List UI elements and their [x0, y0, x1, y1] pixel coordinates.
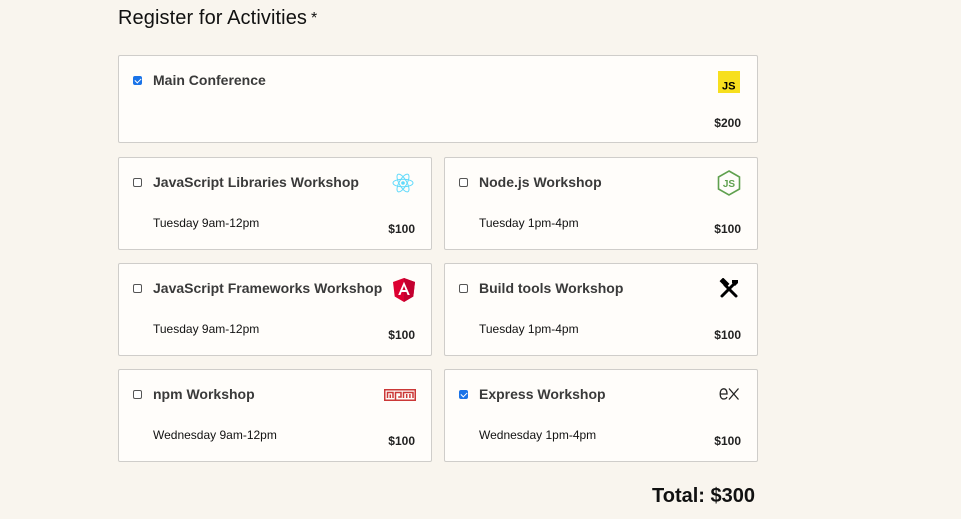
activity-price: $200	[714, 116, 741, 130]
section-title-text: Register for Activities	[118, 7, 308, 29]
activity-price: $100	[388, 328, 415, 342]
activity-card-js-frameworks[interactable]: JavaScript Frameworks Workshop Tuesday 9…	[118, 263, 432, 356]
activity-card-npm[interactable]: npm Workshop Wednesday 9am-12pm $100	[118, 369, 432, 462]
build-tools-icon	[718, 277, 740, 305]
activity-card-nodejs[interactable]: Node.js Workshop JS Tuesday 1pm-4pm $100	[444, 157, 758, 250]
activity-name: JavaScript Frameworks Workshop	[153, 280, 383, 296]
express-icon	[718, 386, 740, 407]
activity-time: Tuesday 1pm-4pm	[479, 322, 579, 336]
activity-card-main-conference[interactable]: Main Conference JS $200	[118, 55, 758, 143]
svg-text:JS: JS	[722, 81, 735, 93]
activity-price: $100	[714, 222, 741, 236]
activity-name: Node.js Workshop	[479, 174, 602, 190]
activity-card-express[interactable]: Express Workshop Wednesday 1pm-4pm $100	[444, 369, 758, 462]
activity-time: Wednesday 9am-12pm	[153, 428, 277, 442]
activity-name: Express Workshop	[479, 386, 606, 402]
total-cost: Total: $300	[652, 485, 755, 507]
section-title: Register for Activities *	[118, 7, 317, 30]
activity-time: Tuesday 9am-12pm	[153, 322, 260, 336]
activity-checkbox-nodejs[interactable]	[459, 178, 468, 187]
npm-icon	[384, 388, 416, 406]
activity-name: Build tools Workshop	[479, 280, 624, 296]
activity-price: $100	[714, 328, 741, 342]
activity-checkbox-js-libraries[interactable]	[133, 178, 142, 187]
angular-icon	[393, 278, 415, 307]
activities-page: Register for Activities * Main Conference…	[0, 0, 961, 519]
activity-card-build-tools[interactable]: Build tools Workshop Tuesday 1pm-4pm $10…	[444, 263, 758, 356]
activity-checkbox-js-frameworks[interactable]	[133, 284, 142, 293]
required-asterisk: *	[311, 10, 318, 27]
svg-text:JS: JS	[723, 179, 736, 190]
activity-checkbox-build-tools[interactable]	[459, 284, 468, 293]
activity-checkbox-main-conference[interactable]	[133, 76, 142, 85]
react-icon	[392, 172, 414, 199]
nodejs-icon: JS	[717, 170, 741, 201]
activity-checkbox-express[interactable]	[459, 390, 468, 399]
activity-name: Main Conference	[153, 72, 266, 88]
javascript-icon: JS	[718, 71, 740, 98]
activity-price: $100	[388, 222, 415, 236]
activity-price: $100	[714, 434, 741, 448]
activity-checkbox-npm[interactable]	[133, 390, 142, 399]
activity-card-js-libraries[interactable]: JavaScript Libraries Workshop Tuesday 9a…	[118, 157, 432, 250]
activity-time: Wednesday 1pm-4pm	[479, 428, 597, 442]
activity-name: npm Workshop	[153, 386, 255, 402]
activity-price: $100	[388, 434, 415, 448]
activity-name: JavaScript Libraries Workshop	[153, 174, 359, 190]
activity-time: Tuesday 1pm-4pm	[479, 216, 579, 230]
activity-time: Tuesday 9am-12pm	[153, 216, 260, 230]
